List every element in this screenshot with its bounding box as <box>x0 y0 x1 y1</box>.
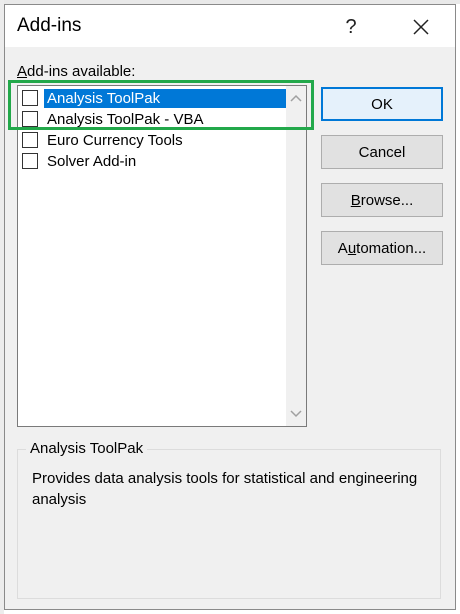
list-item-label: Euro Currency Tools <box>47 132 183 149</box>
title-bar[interactable]: Add-ins ? <box>5 5 455 47</box>
close-button[interactable] <box>401 11 441 43</box>
browse-button[interactable]: Browse... <box>321 183 443 217</box>
scroll-down-button[interactable] <box>286 404 306 424</box>
list-item-solver-addin[interactable]: Solver Add-in <box>18 151 288 172</box>
description-title: Analysis ToolPak <box>26 440 148 457</box>
list-item-euro-currency-tools[interactable]: Euro Currency Tools <box>18 130 288 151</box>
ok-button[interactable]: OK <box>321 87 443 121</box>
checkbox-euro-currency-tools[interactable] <box>22 132 38 148</box>
list-item-analysis-toolpak-vba[interactable]: Analysis ToolPak - VBA <box>18 109 288 130</box>
close-icon <box>413 19 429 35</box>
description-text: Provides data analysis tools for statist… <box>32 470 418 508</box>
addins-available-label: Add-ins available: <box>17 63 135 80</box>
description-group: Analysis ToolPak Provides data analysis … <box>17 440 441 599</box>
cancel-button[interactable]: Cancel <box>321 135 443 169</box>
chevron-up-icon <box>290 94 302 102</box>
checkbox-analysis-toolpak[interactable] <box>22 90 38 106</box>
scroll-up-button[interactable] <box>286 88 306 108</box>
addins-listbox[interactable]: Analysis ToolPak Analysis ToolPak - VBA … <box>17 85 307 427</box>
checkbox-analysis-toolpak-vba[interactable] <box>22 111 38 127</box>
checkbox-solver-addin[interactable] <box>22 153 38 169</box>
list-item-label: Analysis ToolPak - VBA <box>47 111 204 128</box>
chevron-down-icon <box>290 410 302 418</box>
dialog-title: Add-ins <box>17 15 82 36</box>
automation-label-rest: tomation... <box>356 239 427 257</box>
help-button[interactable]: ? <box>333 11 369 43</box>
page: Add-ins ? Add-ins available: Analysis To… <box>0 0 460 614</box>
list-item-label: Solver Add-in <box>47 153 137 170</box>
automation-button[interactable]: Au tomation... <box>321 231 443 265</box>
list-item-label: Analysis ToolPak <box>44 89 286 108</box>
label-access-key: A <box>17 63 28 80</box>
automation-label-pre: A <box>337 239 348 257</box>
listbox-scrollbar[interactable] <box>286 86 306 426</box>
automation-access-key: u <box>347 239 357 257</box>
list-item-analysis-toolpak[interactable]: Analysis ToolPak <box>18 88 288 109</box>
label-rest: dd-ins available: <box>27 63 136 80</box>
addins-dialog: Add-ins ? Add-ins available: Analysis To… <box>4 4 456 610</box>
browse-label-rest: rowse... <box>360 191 414 209</box>
browse-access-key: B <box>350 191 361 209</box>
addins-list-items: Analysis ToolPak Analysis ToolPak - VBA … <box>18 88 288 172</box>
